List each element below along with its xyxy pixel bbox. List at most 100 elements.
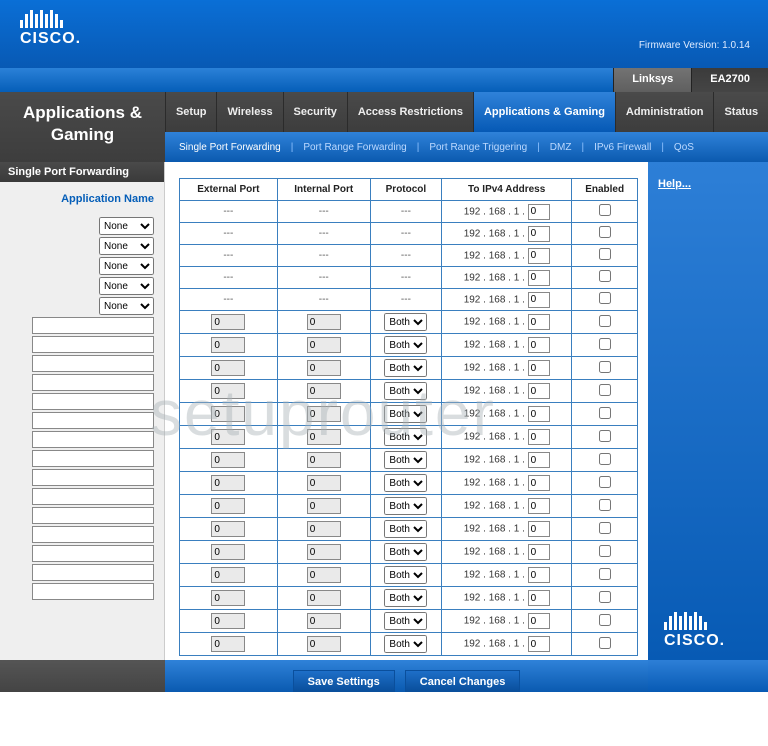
app-name-input-0[interactable] — [32, 317, 154, 334]
external-port-input[interactable] — [211, 498, 245, 514]
enabled-checkbox[interactable] — [599, 338, 611, 350]
enabled-checkbox[interactable] — [599, 270, 611, 282]
ip-last-octet-input[interactable] — [528, 498, 550, 514]
ip-last-octet-input[interactable] — [528, 475, 550, 491]
ip-last-octet-input[interactable] — [528, 292, 550, 308]
internal-port-input[interactable] — [307, 406, 341, 422]
app-name-input-10[interactable] — [32, 507, 154, 524]
enabled-checkbox[interactable] — [599, 315, 611, 327]
internal-port-input[interactable] — [307, 521, 341, 537]
subnav-dmz[interactable]: DMZ — [544, 142, 578, 153]
enabled-checkbox[interactable] — [599, 384, 611, 396]
protocol-select[interactable]: Both — [384, 543, 427, 561]
ip-last-octet-input[interactable] — [528, 567, 550, 583]
app-name-input-14[interactable] — [32, 583, 154, 600]
internal-port-input[interactable] — [307, 360, 341, 376]
protocol-select[interactable]: Both — [384, 428, 427, 446]
protocol-select[interactable]: Both — [384, 405, 427, 423]
external-port-input[interactable] — [211, 613, 245, 629]
tab-access-restrictions[interactable]: Access Restrictions — [347, 92, 473, 132]
save-settings-button[interactable]: Save Settings — [293, 670, 395, 692]
internal-port-input[interactable] — [307, 452, 341, 468]
enabled-checkbox[interactable] — [599, 453, 611, 465]
ip-last-octet-input[interactable] — [528, 429, 550, 445]
external-port-input[interactable] — [211, 475, 245, 491]
external-port-input[interactable] — [211, 429, 245, 445]
protocol-select[interactable]: Both — [384, 520, 427, 538]
enabled-checkbox[interactable] — [599, 637, 611, 649]
ip-last-octet-input[interactable] — [528, 337, 550, 353]
app-name-input-2[interactable] — [32, 355, 154, 372]
enabled-checkbox[interactable] — [599, 292, 611, 304]
protocol-select[interactable]: Both — [384, 336, 427, 354]
external-port-input[interactable] — [211, 383, 245, 399]
ip-last-octet-input[interactable] — [528, 204, 550, 220]
enabled-checkbox[interactable] — [599, 499, 611, 511]
app-name-input-3[interactable] — [32, 374, 154, 391]
internal-port-input[interactable] — [307, 475, 341, 491]
enabled-checkbox[interactable] — [599, 545, 611, 557]
ip-last-octet-input[interactable] — [528, 544, 550, 560]
internal-port-input[interactable] — [307, 429, 341, 445]
app-preset-select-0[interactable]: None — [99, 217, 154, 235]
tab-wireless[interactable]: Wireless — [216, 92, 282, 132]
protocol-select[interactable]: Both — [384, 313, 427, 331]
external-port-input[interactable] — [211, 636, 245, 652]
app-name-input-8[interactable] — [32, 469, 154, 486]
protocol-select[interactable]: Both — [384, 382, 427, 400]
app-name-input-4[interactable] — [32, 393, 154, 410]
cancel-changes-button[interactable]: Cancel Changes — [405, 670, 521, 692]
ip-last-octet-input[interactable] — [528, 406, 550, 422]
external-port-input[interactable] — [211, 452, 245, 468]
external-port-input[interactable] — [211, 406, 245, 422]
ip-last-octet-input[interactable] — [528, 226, 550, 242]
external-port-input[interactable] — [211, 544, 245, 560]
external-port-input[interactable] — [211, 567, 245, 583]
external-port-input[interactable] — [211, 337, 245, 353]
app-name-input-9[interactable] — [32, 488, 154, 505]
enabled-checkbox[interactable] — [599, 248, 611, 260]
tab-administration[interactable]: Administration — [615, 92, 714, 132]
internal-port-input[interactable] — [307, 337, 341, 353]
ip-last-octet-input[interactable] — [528, 248, 550, 264]
enabled-checkbox[interactable] — [599, 361, 611, 373]
protocol-select[interactable]: Both — [384, 451, 427, 469]
external-port-input[interactable] — [211, 521, 245, 537]
internal-port-input[interactable] — [307, 567, 341, 583]
subnav-single-port-forwarding[interactable]: Single Port Forwarding — [173, 142, 287, 153]
protocol-select[interactable]: Both — [384, 474, 427, 492]
app-name-input-12[interactable] — [32, 545, 154, 562]
protocol-select[interactable]: Both — [384, 589, 427, 607]
internal-port-input[interactable] — [307, 613, 341, 629]
enabled-checkbox[interactable] — [599, 476, 611, 488]
tab-applications-gaming[interactable]: Applications & Gaming — [473, 92, 615, 132]
internal-port-input[interactable] — [307, 544, 341, 560]
app-name-input-11[interactable] — [32, 526, 154, 543]
app-name-input-6[interactable] — [32, 431, 154, 448]
app-name-input-13[interactable] — [32, 564, 154, 581]
internal-port-input[interactable] — [307, 590, 341, 606]
protocol-select[interactable]: Both — [384, 497, 427, 515]
internal-port-input[interactable] — [307, 314, 341, 330]
enabled-checkbox[interactable] — [599, 614, 611, 626]
internal-port-input[interactable] — [307, 383, 341, 399]
ip-last-octet-input[interactable] — [528, 360, 550, 376]
internal-port-input[interactable] — [307, 636, 341, 652]
ip-last-octet-input[interactable] — [528, 314, 550, 330]
enabled-checkbox[interactable] — [599, 522, 611, 534]
external-port-input[interactable] — [211, 590, 245, 606]
external-port-input[interactable] — [211, 360, 245, 376]
enabled-checkbox[interactable] — [599, 204, 611, 216]
app-name-input-7[interactable] — [32, 450, 154, 467]
enabled-checkbox[interactable] — [599, 226, 611, 238]
tab-setup[interactable]: Setup — [165, 92, 216, 132]
ip-last-octet-input[interactable] — [528, 613, 550, 629]
protocol-select[interactable]: Both — [384, 635, 427, 653]
app-name-input-5[interactable] — [32, 412, 154, 429]
external-port-input[interactable] — [211, 314, 245, 330]
app-preset-select-1[interactable]: None — [99, 237, 154, 255]
protocol-select[interactable]: Both — [384, 359, 427, 377]
tab-security[interactable]: Security — [283, 92, 347, 132]
protocol-select[interactable]: Both — [384, 612, 427, 630]
enabled-checkbox[interactable] — [599, 430, 611, 442]
